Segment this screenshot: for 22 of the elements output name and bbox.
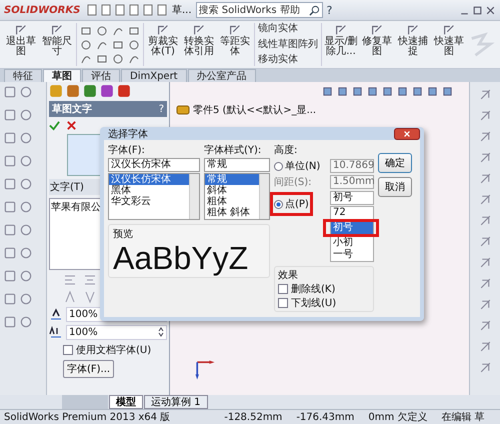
app-logo: SOLIDWORKS (4, 4, 82, 16)
group-label: 预览 (113, 228, 134, 241)
field-label: 字体样式(Y): (204, 144, 262, 157)
checkbox-label: 使用文档字体(U) (76, 344, 152, 357)
panel-title: 草图文字 (52, 102, 92, 116)
status-text: -176.43mm (296, 412, 354, 422)
document-title: 草... (172, 4, 192, 17)
checkbox-label: 下划线(U) (291, 296, 336, 310)
radio-label: 单位(N) (285, 160, 320, 173)
status-text: 0mm 欠定义 (368, 410, 428, 424)
preview-text: AaBbYyZ (113, 241, 250, 275)
field-label: 字体(F): (108, 144, 146, 157)
dialog-title: 选择字体 (108, 128, 148, 140)
status-text: -128.52mm (224, 412, 282, 422)
field-label: 间距(S): (274, 176, 312, 189)
group-label: 高度: (274, 144, 298, 157)
radio-label: 点(P) (285, 198, 309, 211)
checkbox-label: 删除线(K) (291, 282, 336, 296)
status-text: 在编辑 草 (441, 410, 485, 424)
group-label: 效果 (278, 269, 299, 282)
text-value: 苹果有限公 (51, 202, 101, 213)
status-text: SolidWorks Premium 2013 x64 版 (4, 411, 170, 424)
